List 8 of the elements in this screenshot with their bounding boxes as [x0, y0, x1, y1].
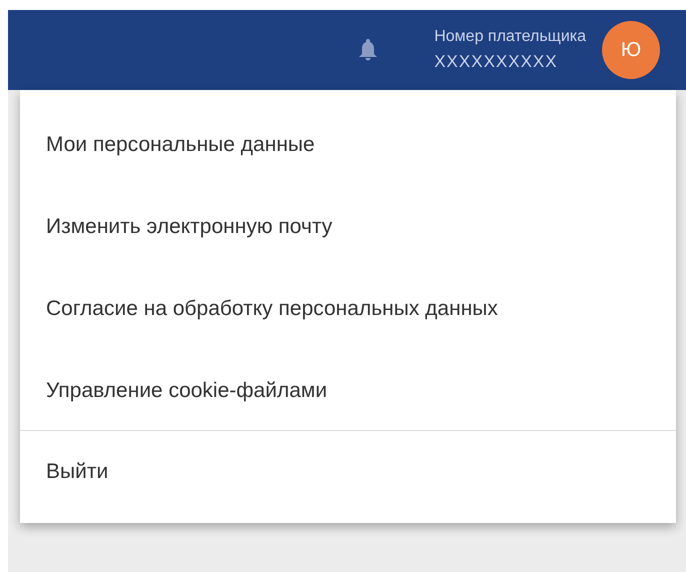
menu-item[interactable]: Управление cookie-файлами [20, 350, 676, 432]
payer-label: Номер плательщика [434, 28, 586, 46]
bell-icon[interactable] [358, 39, 378, 61]
menu-item[interactable]: Согласие на обработку персональных данных [20, 268, 676, 350]
payer-number: XXXXXXXXXX [434, 52, 559, 72]
menu-item[interactable]: Выйти [20, 431, 676, 513]
menu-item[interactable]: Мои персональные данные [20, 104, 676, 186]
menu-item[interactable]: Изменить электронную почту [20, 186, 676, 268]
